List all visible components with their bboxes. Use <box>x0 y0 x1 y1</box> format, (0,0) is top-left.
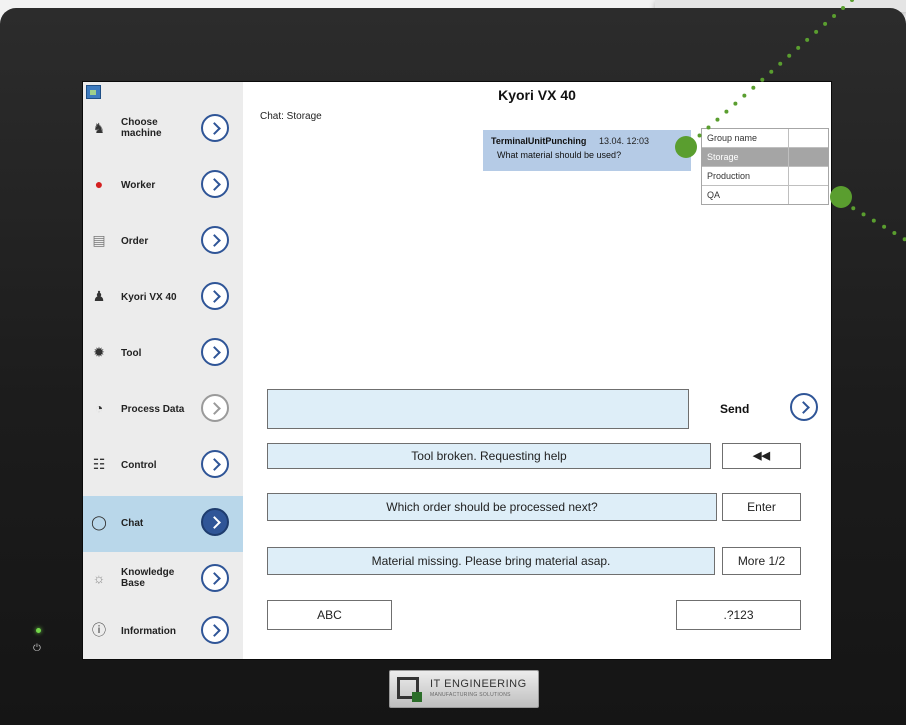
message-time: 13.04. 12:03 <box>599 136 650 146</box>
group-row-production[interactable]: Production <box>702 167 828 186</box>
quick-reply-next-order[interactable]: Which order should be processed next? <box>267 493 717 521</box>
group-row-label: Production <box>707 171 751 181</box>
hmi-screen: ♞ Choose machine ● Worker ▤ Order ♟ Kyor… <box>82 81 832 660</box>
sidebar-item-label: Order <box>121 236 149 247</box>
power-icon[interactable]: ⏻ <box>33 643 41 654</box>
group-row-label: QA <box>707 190 721 200</box>
callout-dot-groups <box>830 186 852 208</box>
chevron-right-icon[interactable] <box>201 282 229 310</box>
gauge-icon: ◔ <box>94 400 104 416</box>
callout-dot-message <box>675 136 697 158</box>
quick-reply-material-missing[interactable]: Material missing. Please bring material … <box>267 547 715 575</box>
quick-reply-tool-broken[interactable]: Tool broken. Requesting help <box>267 443 711 469</box>
order-icon: ▤ <box>92 232 106 248</box>
group-header-label: Group name <box>707 133 758 143</box>
operator-icon: ♟ <box>92 288 106 304</box>
group-list-header: Group name <box>702 129 828 148</box>
message-text: What material should be used? <box>497 150 622 160</box>
machine-icon: ♞ <box>92 120 106 136</box>
sidebar-item-label: Control <box>121 460 157 471</box>
group-list: Group name Storage Production QA <box>701 128 829 205</box>
chat-message: TerminalUnitPunching 13.04. 12:03 What m… <box>483 130 691 171</box>
chat-channel-label: Chat: Storage <box>260 111 322 122</box>
sidebar-item-label: Worker <box>121 180 156 191</box>
numeric-keyboard-button[interactable]: .?123 <box>676 600 801 630</box>
abc-keyboard-button[interactable]: ABC <box>267 600 392 630</box>
sidebar-item-label: Knowledge Base <box>121 567 175 589</box>
sidebar-item-label: Chat <box>121 518 144 529</box>
gear-icon: ✹ <box>93 344 105 360</box>
chevron-right-icon[interactable] <box>201 508 229 536</box>
sidebar: ♞ Choose machine ● Worker ▤ Order ♟ Kyor… <box>83 82 243 659</box>
message-sender: TerminalUnitPunching <box>491 136 587 146</box>
sidebar-item-label: Kyori VX 40 <box>121 292 177 303</box>
backspace-button[interactable]: ◀◀ <box>722 443 801 469</box>
sidebar-item-tool[interactable]: ✹ Tool <box>83 324 243 380</box>
sidebar-item-choose-machine[interactable]: ♞ Choose machine <box>83 100 243 156</box>
enter-button[interactable]: Enter <box>722 493 801 521</box>
brand-logo-plate: IT ENGINEERING MANUFACTURING SOLUTIONS <box>389 670 539 708</box>
worker-icon: ● <box>94 176 104 192</box>
sidebar-item-label: Information <box>121 626 176 637</box>
chevron-right-icon[interactable] <box>201 114 229 142</box>
chevron-right-icon[interactable] <box>201 564 229 592</box>
send-button[interactable] <box>790 393 818 421</box>
sidebar-item-kyori-vx-40[interactable]: ♟ Kyori VX 40 <box>83 268 243 324</box>
chevron-right-icon[interactable] <box>201 394 229 422</box>
sidebar-item-worker[interactable]: ● Worker <box>83 156 243 212</box>
sidebar-item-control[interactable]: ☷ Control <box>83 436 243 492</box>
page-title: Kyori VX 40 <box>498 87 576 103</box>
sidebar-item-label: Choose machine <box>121 117 162 139</box>
group-row-qa[interactable]: QA <box>702 186 828 204</box>
sidebar-item-order[interactable]: ▤ Order <box>83 212 243 268</box>
chevron-right-icon[interactable] <box>201 616 229 644</box>
power-led-indicator <box>36 628 41 633</box>
sidebar-item-knowledge-base[interactable]: ☼ Knowledge Base <box>83 550 243 606</box>
brand-tagline: MANUFACTURING SOLUTIONS <box>430 692 511 698</box>
more-button[interactable]: More 1/2 <box>722 547 801 575</box>
chevron-right-icon[interactable] <box>201 226 229 254</box>
group-row-label: Storage <box>707 152 739 162</box>
chevron-right-icon[interactable] <box>201 170 229 198</box>
group-row-storage[interactable]: Storage <box>702 148 828 167</box>
sidebar-item-process-data[interactable]: ◔ Process Data <box>83 380 243 436</box>
send-label: Send <box>720 402 750 416</box>
message-input[interactable] <box>267 389 689 429</box>
app-icon <box>86 85 101 99</box>
brand-name: IT ENGINEERING <box>430 678 527 690</box>
sidebar-item-label: Process Data <box>121 404 185 415</box>
sidebar-item-chat[interactable]: ◯ Chat <box>83 496 243 552</box>
sidebar-item-information[interactable]: ⓘ Information <box>83 602 243 658</box>
checklist-icon: ☷ <box>92 456 106 472</box>
chevron-right-icon[interactable] <box>201 450 229 478</box>
brand-logo-mark-icon <box>397 677 422 702</box>
sidebar-item-label: Tool <box>121 348 142 359</box>
lightbulb-icon: ☼ <box>92 570 106 586</box>
chevron-right-icon[interactable] <box>201 338 229 366</box>
chat-bubble-icon: ◯ <box>91 514 107 530</box>
info-icon: ⓘ <box>92 622 106 638</box>
